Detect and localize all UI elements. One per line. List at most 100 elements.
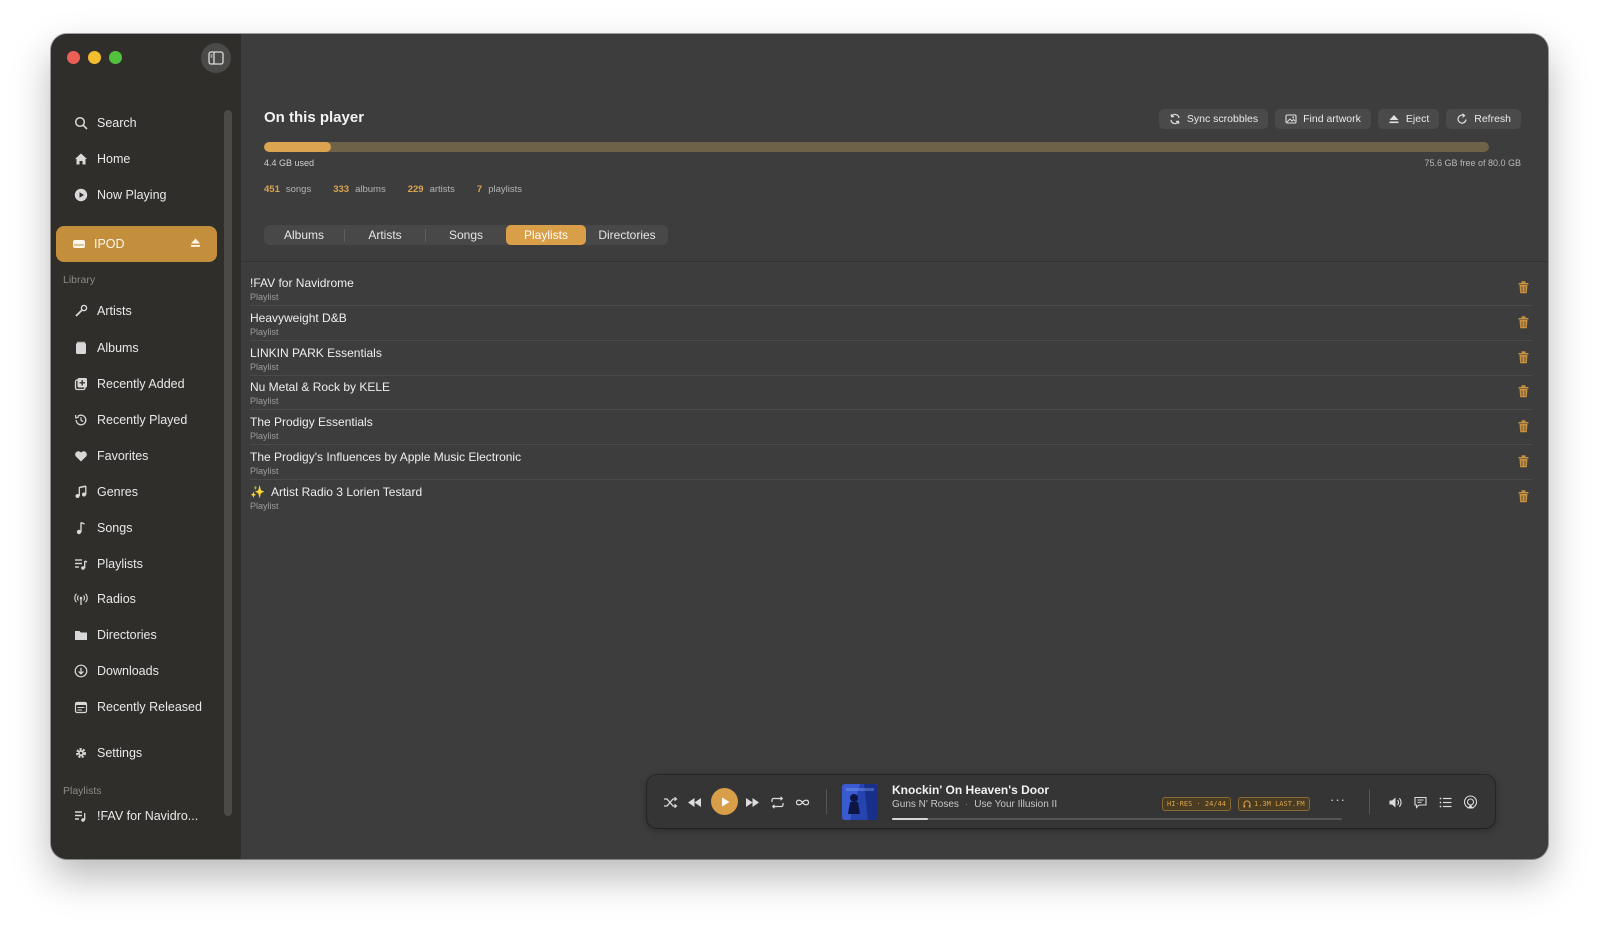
playlist-icon — [73, 556, 89, 572]
library-section-title: Library — [63, 274, 96, 286]
sidebar-item-label: Recently Added — [97, 377, 185, 391]
more-options-button[interactable]: ··· — [1330, 792, 1346, 807]
sidebar-item-albums[interactable]: Albums — [57, 333, 217, 363]
sidebar-item-playlists[interactable]: Playlists — [57, 549, 217, 579]
repeat-button[interactable] — [768, 793, 786, 811]
stat-label: albums — [355, 184, 386, 195]
playback-progress[interactable] — [892, 818, 1342, 820]
sidebar-item-home[interactable]: Home — [57, 144, 217, 174]
sidebar-item-recently-played[interactable]: Recently Played — [57, 405, 217, 435]
playlist-name-text: LINKIN PARK Essentials — [250, 345, 382, 360]
sidebar-item-ipod[interactable]: IPOD — [56, 226, 217, 262]
tab-artists[interactable]: Artists — [345, 225, 425, 245]
tab-songs[interactable]: Songs — [426, 225, 506, 245]
track-title[interactable]: Knockin' On Heaven's Door — [892, 783, 1049, 797]
trash-icon[interactable] — [1518, 490, 1532, 504]
sidebar-item-label: Recently Released — [97, 700, 202, 714]
queue-button[interactable] — [1436, 793, 1454, 811]
sidebar: Search Home Now Playing IPOD Library Art… — [51, 34, 241, 859]
lyrics-button[interactable] — [1411, 793, 1429, 811]
trash-icon[interactable] — [1518, 350, 1532, 365]
minimize-window-button[interactable] — [88, 51, 101, 64]
shuffle-button[interactable] — [661, 793, 679, 811]
sidebar-item-artists[interactable]: Artists — [57, 296, 217, 326]
find-artwork-button[interactable]: Find artwork — [1275, 109, 1371, 129]
folder-icon — [73, 627, 89, 643]
trash-icon[interactable] — [1518, 316, 1532, 330]
infinite-play-button[interactable] — [793, 793, 811, 811]
trash-icon[interactable] — [1518, 281, 1532, 295]
tab-playlists[interactable]: Playlists — [506, 225, 586, 245]
microphone-icon — [73, 303, 89, 319]
sidebar-item-favorites[interactable]: Favorites — [57, 441, 217, 471]
airplay-button[interactable] — [1461, 793, 1479, 811]
sidebar-item-search[interactable]: Search — [57, 108, 217, 138]
sidebar-item-recently-added[interactable]: Recently Added — [57, 369, 217, 399]
playlist-row[interactable]: Nu Metal & Rock by KELE Playlist — [250, 374, 1532, 411]
eject-button[interactable]: Eject — [1377, 109, 1440, 129]
sidebar-toggle-icon — [208, 51, 224, 65]
eject-icon — [1389, 115, 1399, 124]
sidebar-item-directories[interactable]: Directories — [57, 620, 217, 650]
sidebar-item-label: Songs — [97, 521, 133, 535]
playlist-row[interactable]: !FAV for Navidrome Playlist — [250, 270, 1532, 306]
storage-used-text: 4.4 GB used — [264, 158, 315, 168]
sidebar-item-label: Downloads — [97, 664, 159, 678]
previous-button[interactable] — [685, 793, 703, 811]
album-artwork[interactable] — [842, 784, 878, 820]
playlist-name-text: Heavyweight D&B — [250, 310, 347, 325]
sidebar-item-now-playing[interactable]: Now Playing — [57, 180, 217, 210]
gear-icon — [73, 745, 89, 761]
page-title: On this player — [264, 109, 365, 126]
stat-label: artists — [429, 184, 455, 195]
photo-icon — [1285, 114, 1297, 124]
sidebar-item-settings[interactable]: Settings — [57, 738, 217, 768]
zoom-window-button[interactable] — [109, 51, 122, 64]
segmented-tabs: Albums Artists Songs Playlists Directori… — [264, 225, 668, 245]
playlist-icon — [73, 808, 89, 824]
trash-icon[interactable] — [1518, 385, 1532, 399]
sidebar-toggle-button[interactable] — [201, 43, 231, 73]
playlist-name: Nu Metal & Rock by KELE — [250, 380, 390, 394]
playlist-row[interactable]: The Prodigy Essentials Playlist — [250, 409, 1532, 446]
volume-icon — [1389, 797, 1401, 807]
sidebar-item-label: Artists — [97, 304, 132, 318]
next-button[interactable] — [743, 793, 761, 811]
tab-directories[interactable]: Directories — [586, 225, 668, 245]
sidebar-item-radios[interactable]: Radios — [57, 584, 217, 614]
sidebar-item-label: Now Playing — [97, 188, 167, 202]
stat-value: 7 — [476, 184, 483, 195]
close-window-button[interactable] — [67, 51, 80, 64]
player-divider — [1369, 789, 1370, 814]
sidebar-item-playlist[interactable]: !FAV for Navidro... — [57, 801, 217, 831]
playlist-type: Playlist — [250, 431, 279, 442]
volume-button[interactable] — [1386, 793, 1404, 811]
radio-icon — [73, 591, 89, 607]
trash-icon[interactable] — [1518, 455, 1532, 469]
tab-albums[interactable]: Albums — [264, 225, 344, 245]
playlist-row[interactable]: ✨ Artist Radio 3 Lorien Testard Playlist — [250, 479, 1532, 514]
playlist-row[interactable]: Heavyweight D&B Playlist — [250, 305, 1532, 341]
playback-progress-fill — [892, 818, 928, 820]
play-button[interactable] — [711, 788, 738, 815]
eject-label: Eject — [1405, 113, 1430, 125]
eject-icon[interactable] — [190, 237, 201, 251]
refresh-button[interactable]: Refresh — [1446, 109, 1521, 129]
trash-icon[interactable] — [1518, 420, 1532, 434]
sidebar-scrollbar[interactable] — [224, 110, 232, 816]
sidebar-item-songs[interactable]: Songs — [57, 513, 217, 543]
playlist-row[interactable]: The Prodigy's Influences by Apple Music … — [250, 444, 1532, 480]
sidebar-item-downloads[interactable]: Downloads — [57, 656, 217, 686]
playlist-name: The Prodigy Essentials — [250, 415, 373, 429]
sync-scrobbles-button[interactable]: Sync scrobbles — [1158, 109, 1269, 129]
track-artist[interactable]: Guns N' Roses — [892, 799, 959, 810]
main-content: On this player Sync scrobbles Find artwo… — [241, 34, 1548, 859]
playlist-name: Heavyweight D&B — [250, 311, 347, 325]
sidebar-item-genres[interactable]: Genres — [57, 477, 217, 507]
playlist-row[interactable]: LINKIN PARK Essentials Playlist — [250, 340, 1532, 376]
lastfm-badge[interactable]: 1.3M LAST.FM — [1238, 797, 1310, 811]
track-album[interactable]: Use Your Illusion II — [974, 799, 1057, 810]
sidebar-item-recently-released[interactable]: Recently Released — [57, 692, 217, 722]
playlist-name-text: !FAV for Navidrome — [250, 276, 354, 290]
track-subtitle: Guns N' Roses · Use Your Illusion II — [892, 799, 1058, 810]
